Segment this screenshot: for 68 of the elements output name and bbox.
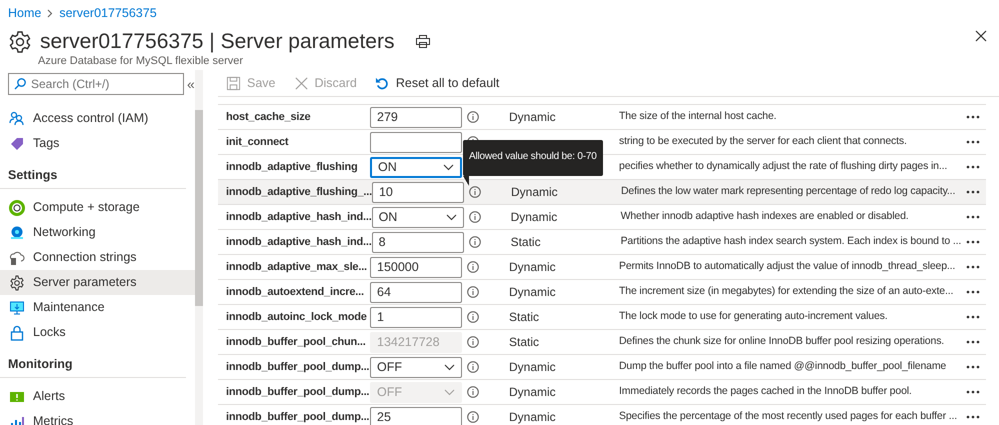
nav-item[interactable]: Networking <box>0 220 195 245</box>
parameter-description: Specifies the percentage of the most recently used pages for each buffer ... <box>619 409 958 424</box>
parameter-description: Whether innodb adaptive hash indexes are enabled or disabled. <box>620 209 910 224</box>
parameter-description: The lock mode to use for generating auto-increment values. <box>619 309 889 324</box>
page-subtitle: Azure Database for MySQL flexible server <box>38 54 244 69</box>
nav-item[interactable]: Connection strings <box>0 245 195 270</box>
parameter-type: Dynamic <box>508 109 557 126</box>
nav-item[interactable]: Server parameters <box>0 270 195 295</box>
parameter-description: Immediately records the pages cached in the InnoDB buffer pool. <box>619 384 913 400</box>
nav-item[interactable]: Locks <box>0 320 195 345</box>
parameter-description: The size of the internal host cache. <box>619 109 778 124</box>
parameter-name: innodb_autoextend_incre... <box>225 284 365 300</box>
page-title: server017756375 | Server parameters <box>40 28 394 55</box>
breadcrumb-link[interactable]: server017756375 <box>59 4 157 23</box>
section-heading: Settings <box>0 156 186 189</box>
parameter-description: Dump the buffer pool into a file named @@innodb_buffer_pool_filename <box>619 359 948 374</box>
dropdown[interactable]: ON <box>372 206 464 228</box>
parameter-name: innodb_adaptive_hash_ind... <box>225 210 372 225</box>
input-field[interactable]: 25 <box>370 406 462 425</box>
parameter-name: innodb_adaptive_flushing <box>225 160 358 175</box>
parameter-name: innodb_adaptive_hash_ind... <box>225 234 372 250</box>
parameter-type: Dynamic <box>508 259 557 276</box>
parameter-type: Dynamic <box>508 409 557 425</box>
parameter-type: Static <box>508 334 540 351</box>
parameter-name: init_connect <box>225 134 290 150</box>
parameter-type: Dynamic <box>508 384 557 401</box>
parameter-name: innodb_autoinc_lock_mode <box>225 310 368 325</box>
collapse-button[interactable]: « <box>187 74 195 95</box>
nav-item[interactable]: Tags <box>0 131 195 156</box>
section-heading: Monitoring <box>0 345 186 378</box>
parameter-description: Defines the chunk size for online InnoDB buffer pool resizing operations. <box>619 334 946 350</box>
input-field[interactable]: 64 <box>370 282 462 302</box>
parameter-name: innodb_buffer_pool_chun... <box>225 334 367 350</box>
nav-item[interactable]: Metrics <box>0 409 195 425</box>
input-field[interactable]: 1 <box>370 306 462 328</box>
nav-item[interactable]: Access control (IAM) <box>0 106 195 131</box>
parameter-description: string to be executed by the server for each client that connects. <box>619 134 908 150</box>
parameter-name: host_cache_size <box>225 110 312 125</box>
search-field[interactable]: Search (Ctrl+/) <box>8 73 184 95</box>
parameter-name: innodb_buffer_pool_dump... <box>225 410 370 425</box>
nav-item[interactable]: Maintenance <box>0 295 195 320</box>
parameter-description: Partitions the adaptive hash index search system. Each index is bound to ... <box>620 234 962 250</box>
input-field[interactable]: 279 <box>370 106 462 128</box>
parameter-description: Defines the low water mark representing percentage of redo log capacity... <box>620 184 956 200</box>
parameter-type: Dynamic <box>508 284 557 301</box>
tooltip: Allowed value should be: 0-70 <box>463 140 603 176</box>
parameter-type: Dynamic <box>510 209 558 226</box>
parameter-description: Permits InnoDB to automatically adjust the value of innodb_thread_sleep... <box>619 259 956 274</box>
dropdown[interactable]: ON <box>370 156 462 178</box>
nav-item[interactable]: Alerts <box>0 384 195 409</box>
parameter-name: innodb_buffer_pool_dump... <box>225 360 370 375</box>
parameter-name: innodb_buffer_pool_dump... <box>225 384 370 400</box>
toolbar-button[interactable]: Reset all to default <box>374 74 500 92</box>
nav-item[interactable]: Compute + storage <box>0 195 195 220</box>
dropdown[interactable]: OFF <box>370 356 462 378</box>
breadcrumb-link[interactable]: Home <box>8 4 42 23</box>
parameter-type: Static <box>508 309 540 326</box>
parameter-description: pecifies whether to dynamically adjust the rate of flushing dirty pages in... <box>619 159 948 174</box>
parameter-type: Dynamic <box>510 184 559 201</box>
parameter-name: innodb_adaptive_max_sle... <box>225 260 368 275</box>
parameter-type: Dynamic <box>508 359 557 376</box>
input-field[interactable]: 150000 <box>370 256 462 278</box>
selected-row-background[interactable]: innodb_adaptive_flushing_... 10 Dynamic Defines the low water mark representing percentage of redo log capacity... <box>218 180 986 205</box>
input-field[interactable]: 10 <box>372 182 464 202</box>
parameter-type: Static <box>510 234 542 251</box>
parameter-description: The increment size (in megabytes) for extending the size of an auto-exte... <box>619 284 954 300</box>
parameter-name: innodb_adaptive_flushing_... <box>225 184 372 200</box>
input-field[interactable]: 8 <box>372 232 464 252</box>
